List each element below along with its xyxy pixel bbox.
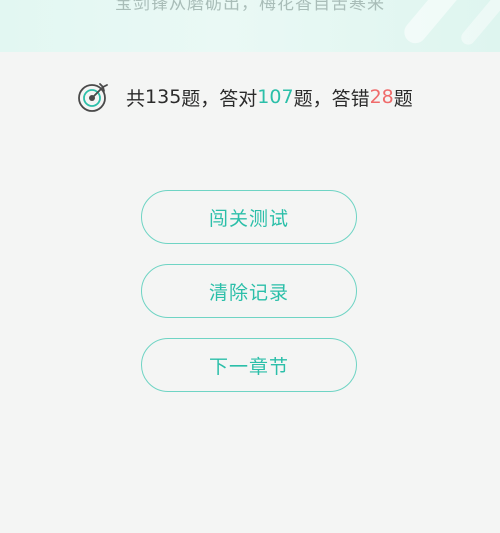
score-summary: 共 135 题，答对 107 题，答错 28 题: [76, 80, 413, 114]
clear-records-button[interactable]: 清除记录: [141, 264, 357, 318]
header-banner: 宝剑锋从磨砺出，梅花香自苦寒来: [0, 0, 500, 52]
score-prefix: 共: [126, 87, 146, 110]
correct-count: 107: [257, 86, 294, 108]
next-chapter-button[interactable]: 下一章节: [141, 338, 357, 392]
banner-quote: 宝剑锋从磨砺出，梅花香自苦寒来: [115, 0, 385, 14]
wrong-count: 28: [369, 86, 394, 108]
challenge-test-button[interactable]: 闯关测试: [141, 190, 357, 244]
target-icon: [76, 80, 110, 114]
correct-prefix: 题，答对: [181, 87, 258, 110]
total-count: 135: [145, 86, 182, 108]
wrong-prefix: 题，答错: [293, 87, 370, 110]
wrong-suffix: 题: [393, 87, 413, 110]
score-text: 共 135 题，答对 107 题，答错 28 题: [126, 84, 413, 111]
